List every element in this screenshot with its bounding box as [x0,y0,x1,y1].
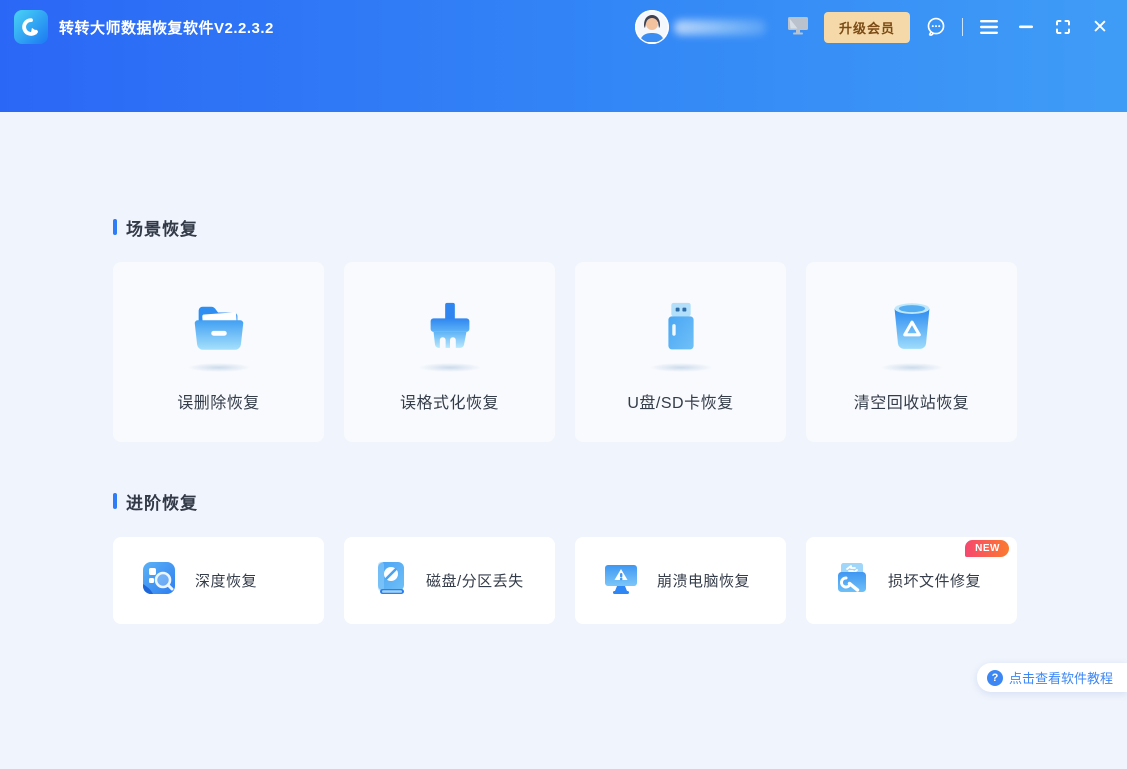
icon-shadow [188,363,250,372]
section-title-advanced-recovery: 进阶恢复 [113,492,1017,510]
file-repair-icon [832,558,872,603]
customer-service-icon[interactable] [925,16,947,38]
header: 转转大师数据恢复软件V2.2.3.2 [0,0,1127,112]
card-label: 深度恢复 [195,570,257,591]
titlebar: 转转大师数据恢复软件V2.2.3.2 [0,0,1127,54]
card-label: 误删除恢复 [177,389,260,413]
card-disk-partition-loss[interactable]: 磁盘/分区丢失 [344,537,555,624]
user-id-blurred [674,20,766,35]
card-file-repair[interactable]: 损坏文件修复 NEW [806,537,1017,624]
card-usb-sd-recovery[interactable]: U盘/SD卡恢复 [575,262,786,442]
card-recycle-bin-recovery[interactable]: 清空回收站恢复 [806,262,1017,442]
avatar[interactable] [635,10,669,44]
section-title-scene-recovery: 场景恢复 [113,218,1017,236]
monitor-icon[interactable] [787,15,809,40]
icon-shadow [650,363,712,372]
card-deleted-file-recovery[interactable]: 误删除恢复 [113,262,324,442]
card-label: 磁盘/分区丢失 [426,570,524,591]
tutorial-label: 点击查看软件教程 [1009,668,1113,687]
card-label: 损坏文件修复 [888,570,981,591]
crashed-pc-icon [601,558,641,603]
question-icon: ? [987,670,1003,686]
usb-drive-icon [647,293,715,359]
app-logo-icon [14,10,48,44]
new-badge: NEW [965,540,1009,557]
titlebar-separator [962,18,963,36]
main-area: 场景恢复 误删除恢复 [0,112,1127,769]
section-accent-bar [113,219,117,235]
deep-scan-icon [139,558,179,603]
tutorial-button[interactable]: ? 点击查看软件教程 [977,663,1127,692]
scene-recovery-cards: 误删除恢复 误格式化恢复 [113,262,1017,442]
advanced-recovery-cards: 深度恢复 磁盘/分区丢失 [113,537,1017,624]
minimize-icon[interactable] [1015,16,1037,38]
app-title: 转转大师数据恢复软件V2.2.3.2 [59,17,274,38]
card-format-recovery[interactable]: 误格式化恢复 [344,262,555,442]
format-brush-icon [416,293,484,359]
card-label: U盘/SD卡恢复 [627,389,733,413]
section-accent-bar [113,493,117,509]
recycle-bin-icon [878,293,946,359]
folder-icon [185,293,253,359]
maximize-icon[interactable] [1052,16,1074,38]
card-label: 误格式化恢复 [400,389,499,413]
card-label: 崩溃电脑恢复 [657,570,750,591]
upgrade-member-button[interactable]: 升级会员 [824,12,910,43]
icon-shadow [881,363,943,372]
icon-shadow [419,363,481,372]
disk-partition-icon [370,558,410,603]
close-icon[interactable]: ✕ [1089,16,1111,38]
menu-icon[interactable] [978,16,1000,38]
card-crashed-pc-recovery[interactable]: 崩溃电脑恢复 [575,537,786,624]
card-deep-recovery[interactable]: 深度恢复 [113,537,324,624]
card-label: 清空回收站恢复 [854,389,970,413]
